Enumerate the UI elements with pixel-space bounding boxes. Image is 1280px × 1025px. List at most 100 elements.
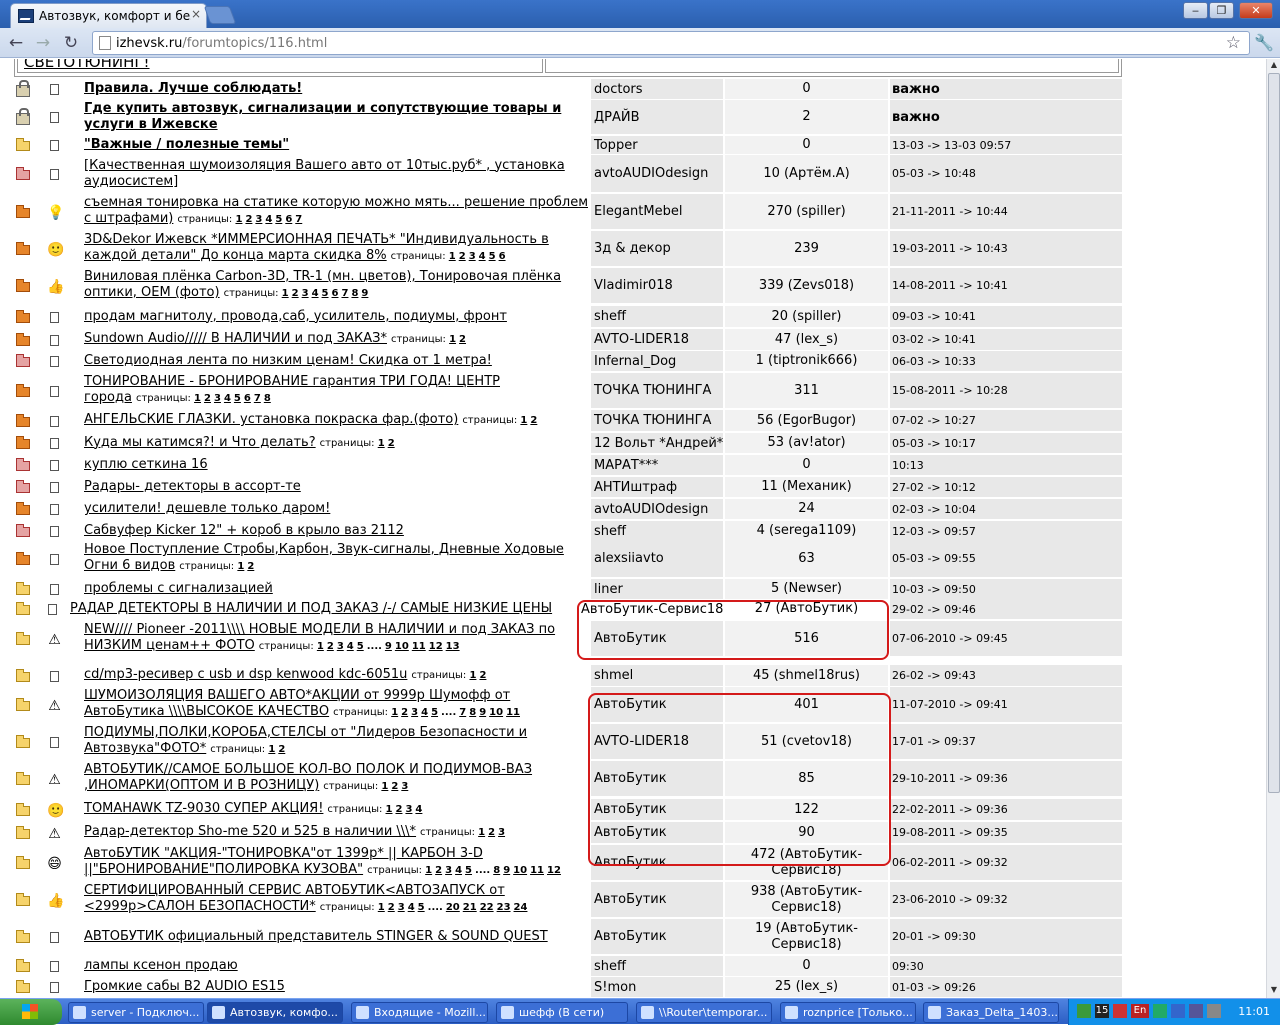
tray-app-icon[interactable] (1171, 1004, 1185, 1018)
topic-author[interactable]: avtoAUDIOdesign (591, 499, 723, 519)
page-link[interactable]: 24 (514, 902, 528, 913)
topic-title-link[interactable]: лампы ксенон продаю (84, 958, 238, 973)
page-link[interactable]: 6 (332, 288, 339, 299)
topic-title-link[interactable]: АВТОБУТИК//САМОЕ БОЛЬШОЕ КОЛ-ВО ПОЛОК И … (84, 762, 532, 793)
page-link[interactable]: 10 (489, 707, 503, 718)
address-bar[interactable]: izhevsk.ru/forumtopics/116.html ☆ (92, 31, 1250, 55)
page-link[interactable]: 1 (194, 393, 201, 404)
topic-author[interactable]: 3д & декор (591, 231, 723, 266)
reload-icon[interactable]: ↻ (60, 32, 82, 54)
page-link[interactable]: 9 (385, 641, 392, 652)
page-link[interactable]: 7 (254, 393, 261, 404)
topic-author[interactable]: AVTO-LIDER18 (591, 329, 723, 350)
page-link[interactable]: 6 (244, 393, 251, 404)
bookmark-star-icon[interactable]: ☆ (1226, 33, 1241, 53)
topic-author[interactable]: sheff (591, 306, 723, 327)
tray-app-icon[interactable] (1207, 1004, 1221, 1018)
page-link[interactable]: 6 (499, 251, 506, 262)
page-link[interactable]: 11 (412, 641, 426, 652)
page-link[interactable]: 9 (503, 865, 510, 876)
topic-author[interactable]: ElegantMebel (591, 194, 723, 229)
topic-title-link[interactable]: АВТОБУТИК официальный представитель STIN… (84, 929, 548, 944)
language-indicator[interactable]: En (1131, 1004, 1149, 1018)
topic-title-link[interactable]: ПОДИУМЫ,ПОЛКИ,КОРОБА,СТЕЛСЫ от "Лидеров … (84, 725, 527, 756)
page-link[interactable]: 2 (395, 804, 402, 815)
topic-title-link[interactable]: Радар-детектор Sho-me 520 и 525 в наличи… (84, 824, 416, 839)
page-link[interactable]: 4 (415, 804, 422, 815)
page-link[interactable]: 10 (395, 641, 409, 652)
page-link[interactable]: 5 (431, 707, 438, 718)
topic-title-link[interactable]: Сабвуфер Kicker 12" + короб в крыло ваз … (84, 523, 404, 538)
topic-title-link[interactable]: Радары- детекторы в ассорт-те (84, 479, 301, 494)
topic-title-link[interactable]: Правила. Лучше соблюдать! (84, 81, 302, 96)
page-link[interactable]: 1 (237, 561, 244, 572)
page-link[interactable]: 4 (455, 865, 462, 876)
minimize-button[interactable]: ‒ (1183, 2, 1208, 19)
page-link[interactable]: 2 (488, 827, 495, 838)
page-link[interactable]: 7 (459, 707, 466, 718)
page-link[interactable]: 2 (388, 902, 395, 913)
tray-badge[interactable]: 15 (1095, 1004, 1109, 1018)
topic-title-link[interactable]: "Важные / полезные темы" (84, 137, 289, 152)
page-link[interactable]: 1 (317, 641, 324, 652)
page-link[interactable]: 1 (381, 781, 388, 792)
page-link[interactable]: 1 (425, 865, 432, 876)
taskbar-button[interactable]: roznprice [Только... (780, 1002, 916, 1023)
topic-author[interactable]: S!mon (591, 977, 723, 997)
page-link[interactable]: 1 (378, 438, 385, 449)
tray-app-icon[interactable] (1189, 1004, 1203, 1018)
topic-author[interactable]: 12 Вольт *Андрей* (591, 433, 723, 453)
page-link[interactable]: 21 (463, 902, 477, 913)
topic-title-link[interactable]: Новое Поступление Стробы,Карбон, Звук-си… (84, 542, 564, 573)
page-link[interactable]: 3 (405, 804, 412, 815)
page-link[interactable]: 3 (445, 865, 452, 876)
scroll-down-icon[interactable]: ▼ (1268, 985, 1280, 997)
topic-author[interactable]: МАРАТ*** (591, 455, 723, 475)
page-link[interactable]: 2 (278, 744, 285, 755)
taskbar-button[interactable]: Входящие - Mozill... (351, 1002, 488, 1023)
page-link[interactable]: 9 (361, 288, 368, 299)
taskbar-button[interactable]: \\Router\temporar... (636, 1002, 772, 1023)
page-link[interactable]: 5 (357, 641, 364, 652)
page-link[interactable]: 22 (480, 902, 494, 913)
page-link[interactable]: 3 (498, 827, 505, 838)
topic-title-link[interactable]: Светодиодная лента по низким ценам! Скид… (84, 353, 492, 368)
page-link[interactable]: 3 (214, 393, 221, 404)
maximize-button[interactable]: ❐ (1209, 2, 1234, 19)
url-text[interactable]: izhevsk.ru/forumtopics/116.html (116, 36, 327, 51)
taskbar-button[interactable]: Автозвук, комфо... (207, 1002, 343, 1023)
page-link[interactable]: 1 (520, 415, 527, 426)
topic-title-link[interactable]: куплю сеткина 16 (84, 457, 208, 472)
topic-author[interactable]: doctors (591, 79, 723, 99)
page-link[interactable]: 12 (547, 865, 561, 876)
topic-title-link[interactable]: Sundown Audio///// В НАЛИЧИИ и под ЗАКАЗ… (84, 331, 387, 346)
page-link[interactable]: 5 (418, 902, 425, 913)
page-link[interactable]: 23 (497, 902, 511, 913)
topic-author[interactable]: Infernal_Dog (591, 351, 723, 371)
topic-title-link[interactable]: cd/mp3-ресивер с usb и dsp kenwood kdc-6… (84, 667, 407, 682)
page-link[interactable]: 2 (292, 288, 299, 299)
page-link[interactable]: 1 (449, 334, 456, 345)
page-link[interactable]: 3 (469, 251, 476, 262)
topic-author[interactable]: АвтоБутик (591, 919, 723, 954)
topic-author[interactable]: ТОЧКА ТЮНИНГА (591, 410, 723, 431)
page-link[interactable]: 3 (411, 707, 418, 718)
topic-title-link[interactable]: Где купить автозвук, сигнализации и сопу… (84, 101, 561, 132)
page-link[interactable]: 5 (322, 288, 329, 299)
topic-author[interactable]: sheff (591, 521, 723, 541)
start-button[interactable] (0, 999, 62, 1025)
page-link[interactable]: 8 (469, 707, 476, 718)
topic-author[interactable]: АНТИштраф (591, 477, 723, 497)
topic-author[interactable]: АвтоБутик (591, 882, 723, 917)
page-link[interactable]: 5 (489, 251, 496, 262)
page-link[interactable]: 1 (282, 288, 289, 299)
page-link[interactable]: 2 (327, 641, 334, 652)
topic-author[interactable]: Topper (591, 136, 723, 154)
forward-icon[interactable]: → (32, 32, 54, 54)
scroll-up-icon[interactable]: ▲ (1268, 60, 1280, 72)
taskbar-button[interactable]: Заказ_Delta_1403... (923, 1002, 1059, 1023)
topic-author[interactable]: shmel (591, 665, 723, 686)
topic-author[interactable]: ДРАЙВ (591, 100, 723, 134)
page-link[interactable]: 2 (247, 561, 254, 572)
scrollbar-thumb[interactable] (1268, 73, 1280, 793)
